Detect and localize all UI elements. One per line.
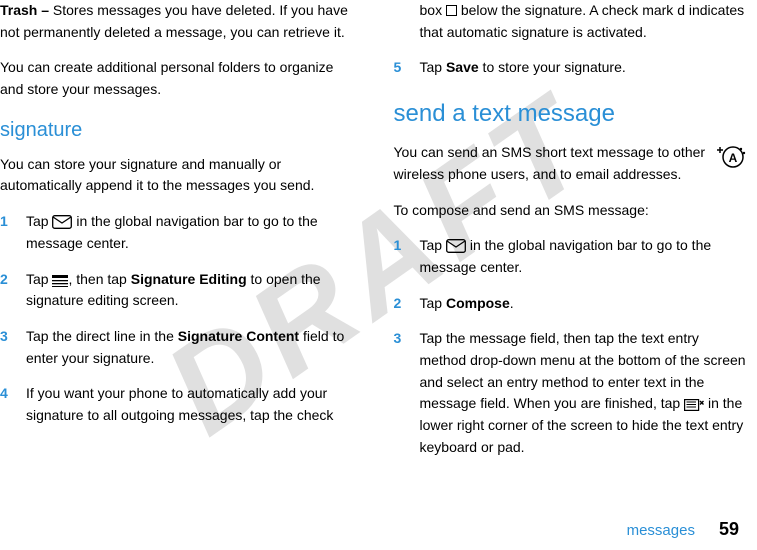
sms-step-1: 1 Tap in the global navigation bar to go… [394,235,748,278]
step4-continuation: box below the signature. A check mark d … [394,0,748,43]
left-column: Trash – Stores messages you have deleted… [0,0,354,473]
heading-send-text: send a text message [394,95,748,132]
signature-steps-cont: 5 Tap Save to store your signature. [394,57,748,79]
footer-page-number: 59 [719,519,739,539]
step-number: 1 [394,235,420,278]
step-number: 4 [0,383,26,426]
envelope-icon [446,239,466,253]
sms-a-icon: A [715,142,747,179]
heading-signature: signature [0,115,354,146]
step-number: 5 [394,57,420,79]
signature-steps: 1 Tap in the global navigation bar to go… [0,211,354,427]
footer-section-label: messages [627,522,695,539]
sig-step-5: 5 Tap Save to store your signature. [394,57,748,79]
step-body: Tap Compose. [420,293,748,315]
envelope-icon [52,215,72,229]
bold-compose: Compose [446,295,510,311]
sms-compose-lead: To compose and send an SMS message: [394,200,748,222]
step-body: Tap , then tap Signature Editing to open… [26,269,354,312]
sms-step-3: 3 Tap the message field, then tap the te… [394,328,748,458]
trash-desc: Stores messages you have deleted. If you… [0,2,348,40]
bold-signature-content: Signature Content [178,328,299,344]
menu-icon [52,275,68,287]
page-columns: Trash – Stores messages you have deleted… [0,0,757,473]
right-column: box below the signature. A check mark d … [394,0,748,473]
step-body: Tap the message field, then tap the text… [420,328,748,458]
svg-text:A: A [729,151,738,165]
trash-paragraph: Trash – Stores messages you have deleted… [0,0,354,43]
checkbox-empty-icon [446,5,457,16]
sig-step-2: 2 Tap , then tap Signature Editing to op… [0,269,354,312]
sms-steps: 1 Tap in the global navigation bar to go… [394,235,748,458]
bold-save: Save [446,59,479,75]
sig-step-1: 1 Tap in the global navigation bar to go… [0,211,354,254]
step-body: Tap in the global navigation bar to go t… [420,235,748,278]
sms-intro: You can send an SMS short text message t… [394,142,748,185]
folders-note: You can create additional personal folde… [0,57,354,100]
bold-signature-editing: Signature Editing [131,271,247,287]
step-number: 3 [394,328,420,458]
step-body: Tap the direct line in the Signature Con… [26,326,354,369]
trash-label: Trash – [0,2,49,18]
step-number: 2 [0,269,26,312]
page-footer: messages 59 [627,516,739,544]
step-body: Tap in the global navigation bar to go t… [26,211,354,254]
step-number: 3 [0,326,26,369]
keyboard-close-icon [684,399,704,411]
step-body: If you want your phone to automatically … [26,383,354,426]
step-body: Tap Save to store your signature. [420,57,748,79]
step-number: 2 [394,293,420,315]
sig-step-4: 4 If you want your phone to automaticall… [0,383,354,426]
step-number: 1 [0,211,26,254]
sms-step-2: 2 Tap Compose. [394,293,748,315]
signature-intro: You can store your signature and manuall… [0,154,354,197]
sig-step-3: 3 Tap the direct line in the Signature C… [0,326,354,369]
